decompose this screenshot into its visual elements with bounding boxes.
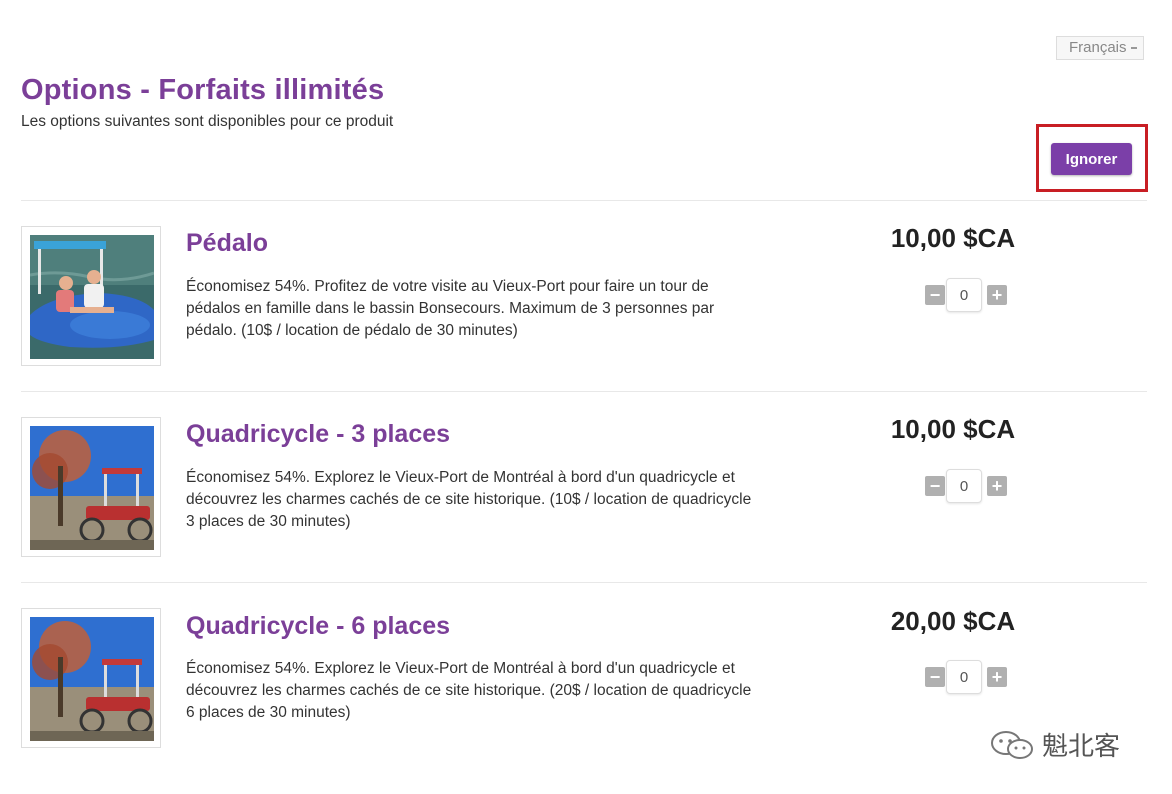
option-description: Économisez 54%. Explorez le Vieux-Port d… [186,660,752,721]
option-title: Quadricycle - 6 places [186,612,451,640]
decrement-button[interactable]: − [925,667,945,687]
decrement-button[interactable]: − [925,285,945,305]
page-title: Options - Forfaits illimités [21,74,385,106]
divider [21,391,1147,392]
wechat-icon [990,730,1034,760]
quadricycle-photo [30,426,154,550]
quadricycle-photo [30,617,154,741]
divider [21,582,1147,583]
watermark: 魁北客 [990,726,1120,763]
quantity-stepper: − + [925,660,1007,694]
decrement-button[interactable]: − [925,476,945,496]
increment-button[interactable]: + [987,476,1007,496]
quantity-input[interactable] [946,469,982,503]
quantity-stepper: − + [925,278,1007,312]
increment-button[interactable]: + [987,667,1007,687]
ignore-button[interactable]: Ignorer [1051,143,1132,175]
pedal-boat-photo [30,235,154,359]
page-subtitle: Les options suivantes sont disponibles p… [21,113,394,130]
language-select[interactable]: Français [1056,36,1144,60]
option-price: 20,00 $CA [890,606,1016,636]
quantity-input[interactable] [946,660,982,694]
select-arrow-icon [1131,47,1137,49]
quantity-input[interactable] [946,278,982,312]
option-description: Économisez 54%. Profitez de votre visite… [186,278,715,339]
divider [21,200,1147,201]
quantity-stepper: − + [925,469,1007,503]
language-select-value: Français [1069,39,1127,56]
option-image-quadricycle-3 [21,417,161,557]
increment-button[interactable]: + [987,285,1007,305]
option-description: Économisez 54%. Explorez le Vieux-Port d… [186,469,752,530]
option-title: Pédalo [186,229,268,257]
option-image-quadricycle-6 [21,608,161,748]
watermark-text: 魁北客 [1042,731,1121,761]
option-title: Quadricycle - 3 places [186,420,451,448]
option-image-pedalo [21,226,161,366]
option-price: 10,00 $CA [890,223,1016,253]
option-price: 10,00 $CA [890,414,1016,444]
